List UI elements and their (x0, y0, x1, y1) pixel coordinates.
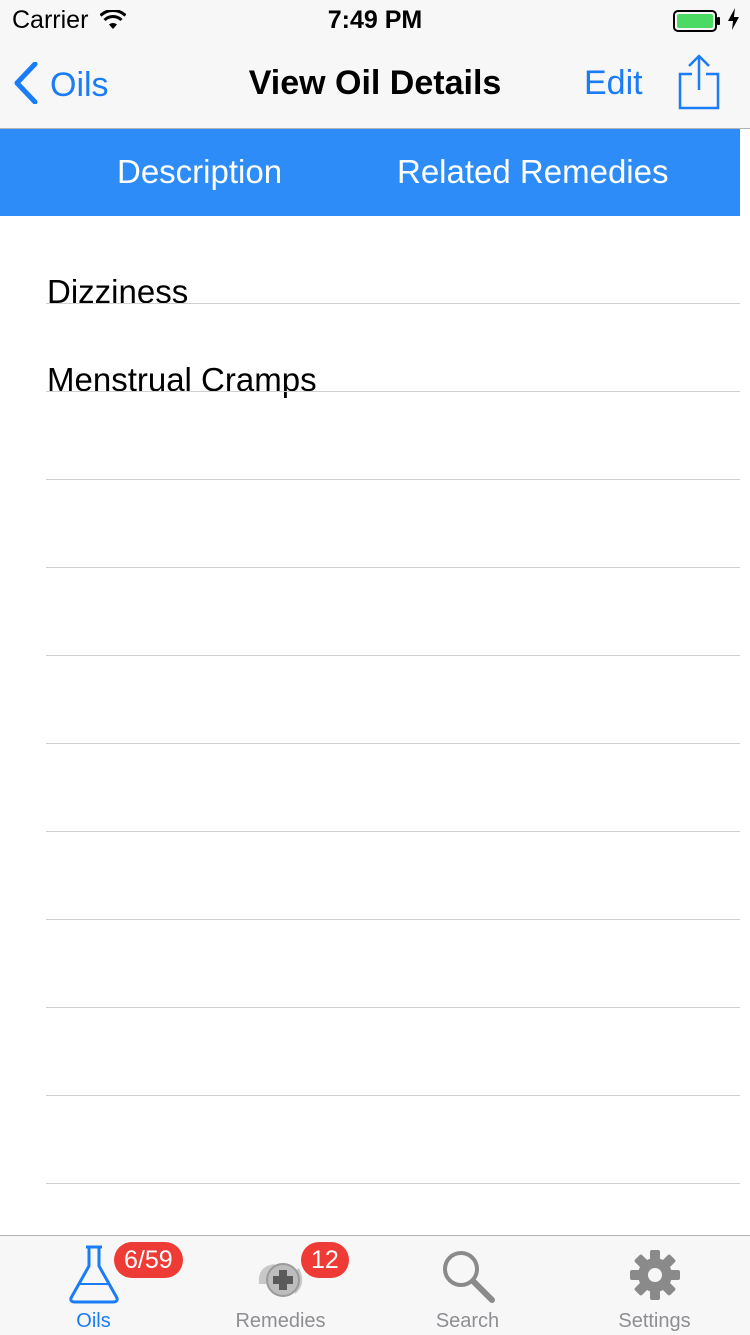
tab-related-remedies[interactable]: Related Remedies (397, 153, 668, 191)
oils-badge: 6/59 (114, 1242, 183, 1278)
tab-search-label: Search (435, 1310, 500, 1332)
tab-oils-label: Oils (76, 1310, 111, 1332)
tab-search[interactable]: Search (374, 1236, 561, 1335)
list-item (0, 1096, 750, 1184)
flask-icon (68, 1244, 120, 1309)
list-item (0, 568, 750, 656)
tab-settings[interactable]: Settings (561, 1236, 748, 1335)
tab-remedies[interactable]: 12 Remedies (187, 1236, 374, 1335)
list-item (0, 920, 750, 1008)
search-icon (440, 1248, 496, 1309)
navigation-bar: Oils View Oil Details Edit (0, 40, 750, 129)
list-item[interactable]: Menstrual Cramps (0, 304, 750, 398)
tab-oils[interactable]: 6/59 Oils (0, 1236, 187, 1335)
gear-icon (628, 1248, 682, 1307)
clock: 7:49 PM (327, 6, 423, 34)
list-item[interactable]: Dizziness (0, 216, 750, 310)
tab-remedies-label: Remedies (235, 1310, 326, 1332)
list-item (0, 656, 750, 744)
related-remedies-list: Dizziness Menstrual Cramps (0, 216, 750, 1272)
list-item (0, 832, 750, 920)
list-item (0, 480, 750, 568)
edit-button[interactable]: Edit (584, 64, 643, 103)
status-bar: Carrier 7:49 PM (0, 0, 750, 40)
tab-settings-label: Settings (618, 1310, 691, 1332)
segment-bar: Description Related Remedies (0, 129, 740, 216)
battery-icon (673, 10, 721, 37)
list-item (0, 392, 750, 480)
share-button[interactable] (678, 54, 720, 115)
share-icon (678, 54, 720, 114)
list-item (0, 1008, 750, 1096)
remedies-icon (255, 1254, 307, 1307)
tab-bar: 6/59 Oils 12 Remedies Search Settings (0, 1235, 750, 1335)
tab-description[interactable]: Description (117, 153, 282, 191)
charging-icon (728, 8, 740, 35)
remedies-badge: 12 (301, 1242, 349, 1278)
list-item (0, 744, 750, 832)
